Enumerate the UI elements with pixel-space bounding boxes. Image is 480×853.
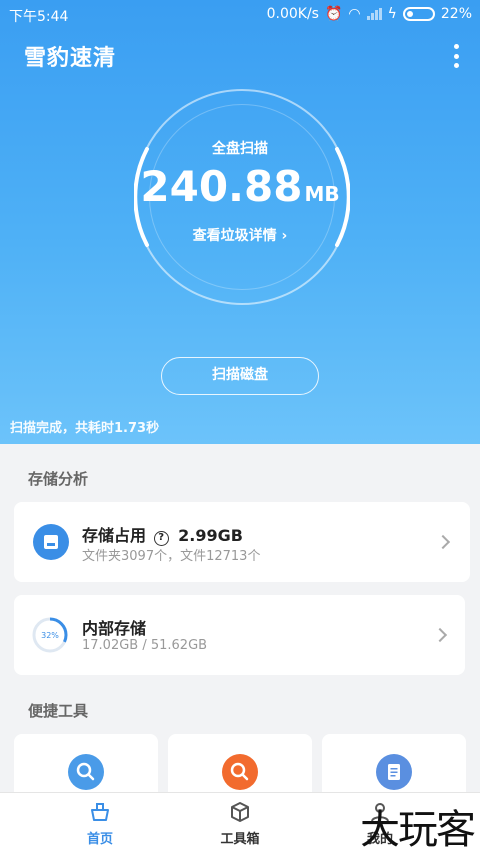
scan-result-text: 扫描完成，共耗时1.73秒: [10, 421, 160, 436]
alarm-icon: ⏰: [324, 6, 343, 22]
search-icon: [68, 754, 104, 790]
scan-disk-button[interactable]: 扫描磁盘: [161, 357, 319, 395]
broom-icon: [91, 803, 109, 821]
more-menu-icon[interactable]: [452, 44, 460, 68]
progress-ring-svg: 32%: [32, 617, 68, 653]
scan-label: 全盘扫描: [212, 141, 268, 157]
nav-home[interactable]: 首页: [60, 793, 140, 853]
battery-level: 22%: [440, 6, 472, 22]
storage-usage-value: 2.99GB: [178, 526, 243, 545]
internal-storage-detail: 17.02GB / 51.62GB: [82, 638, 208, 653]
junk-size: 240.88 MB: [0, 162, 480, 211]
storage-percent: 32%: [41, 631, 59, 640]
box-icon: [231, 802, 249, 822]
wifi-icon: ◠: [348, 6, 361, 22]
nav-toolbox-label: 工具箱: [220, 832, 260, 847]
storage-usage-detail: 文件夹3097个，文件12713个: [82, 549, 261, 564]
status-right: 0.00K/s ⏰ ◠ ϟ 22%: [267, 6, 472, 22]
net-speed: 0.00K/s: [266, 6, 319, 22]
battery-icon: [402, 7, 435, 21]
watermark: 大玩客: [360, 807, 476, 853]
status-bar: 下午5:44 0.00K/s ⏰ ◠ ϟ 22%: [0, 0, 480, 28]
nav-toolbox[interactable]: 工具箱: [200, 793, 280, 853]
internal-storage-title: 内部存储: [82, 619, 147, 638]
charging-icon: ϟ: [387, 6, 397, 22]
status-time: 下午5:44: [9, 9, 69, 25]
sd-card-icon: [33, 524, 69, 560]
tools-section-title: 便捷工具: [28, 702, 89, 720]
app-title: 雪豹速清: [24, 46, 117, 71]
internal-storage-card[interactable]: 32% 内部存储 17.02GB / 51.62GB: [14, 595, 465, 675]
search-icon: [222, 754, 258, 790]
nav-home-label: 首页: [86, 832, 113, 847]
storage-section-title: 存储分析: [28, 470, 89, 488]
junk-size-unit: MB: [304, 182, 340, 206]
signal-icon: [366, 8, 382, 20]
document-icon: [376, 754, 412, 790]
help-icon[interactable]: ?: [153, 531, 169, 546]
chevron-right-icon: [435, 534, 451, 550]
header-hero: 下午5:44 0.00K/s ⏰ ◠ ϟ 22% 雪豹速清 全盘扫描 240.8…: [0, 0, 480, 444]
junk-size-value: 240.88: [140, 162, 303, 211]
storage-usage-label: 存储占用: [82, 526, 147, 545]
junk-details-link[interactable]: 查看垃圾详情 ›: [0, 225, 480, 245]
storage-usage-card[interactable]: 存储占用 ? 2.99GB 文件夹3097个，文件12713个: [14, 502, 470, 582]
storage-progress-ring: 32%: [32, 617, 68, 653]
chevron-right-icon: [432, 627, 448, 643]
storage-usage-title: 存储占用 ? 2.99GB: [82, 522, 243, 546]
